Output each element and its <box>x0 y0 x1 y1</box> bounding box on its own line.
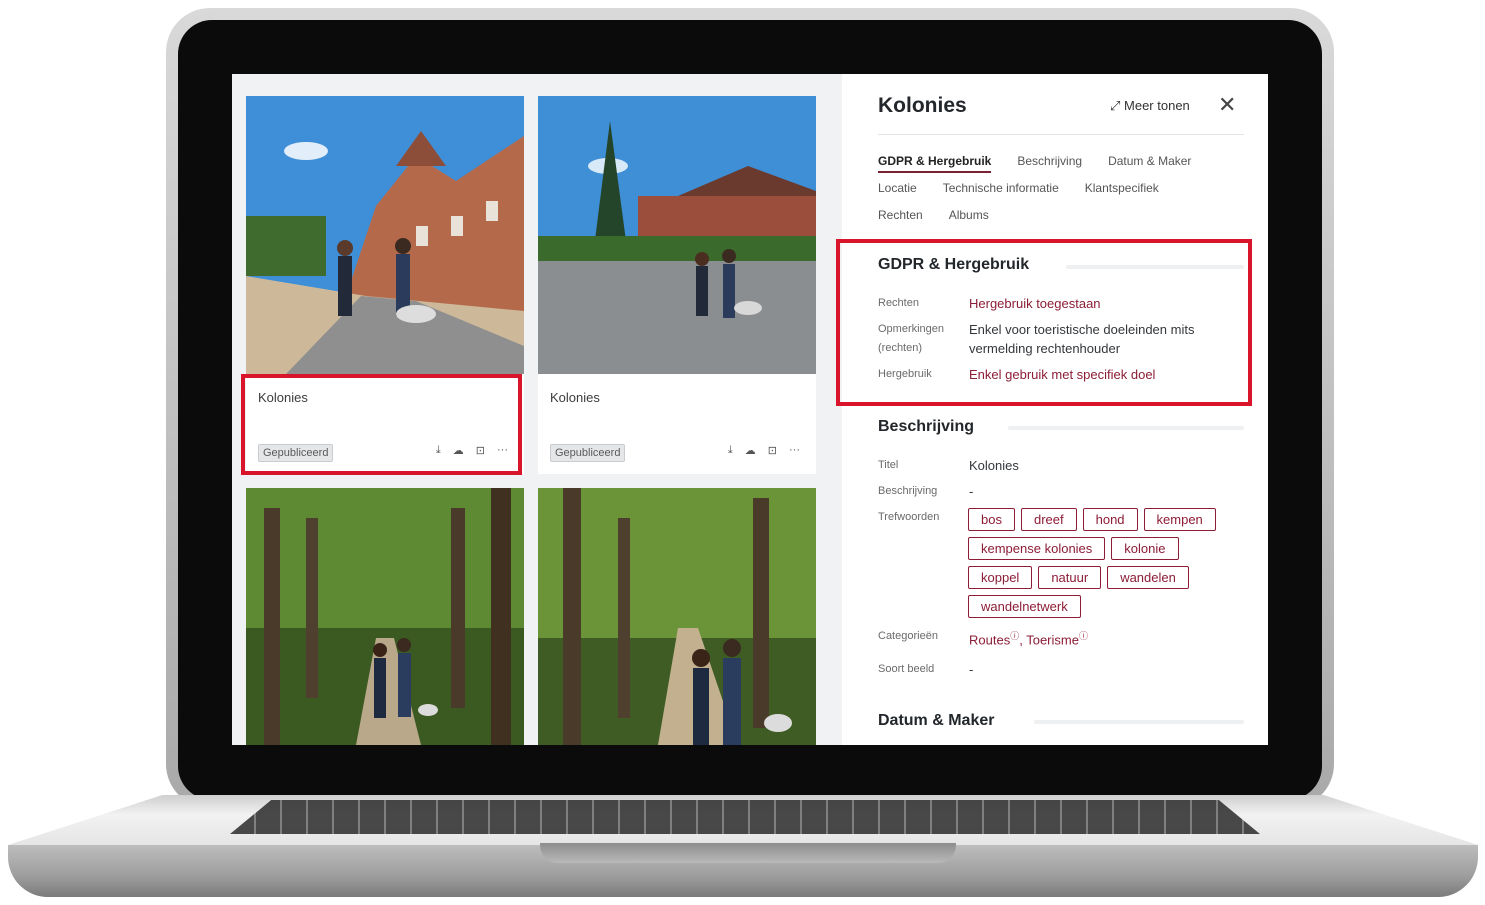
opmerkingen-value-cont: vermelding rechtenhouder <box>969 341 1121 356</box>
datum-maker-heading: Datum & Maker <box>878 712 995 729</box>
tab-gdpr-hergebruik[interactable]: GDPR & Hergebruik <box>878 154 992 173</box>
panel-title: Kolonies <box>878 94 967 117</box>
keyword-tag[interactable]: bos <box>968 508 1015 531</box>
hergebruik-label: Hergebruik <box>878 368 932 380</box>
keyword-tags: bos dreef hond kempen kempense kolonies … <box>968 508 1240 618</box>
card-actions: ⤓ ☁ ⊡ ··· <box>728 444 800 457</box>
category-link[interactable]: Routes <box>969 632 1010 647</box>
asset-card[interactable]: Kolonies Gepubliceerd ⤓ ☁ ⊡ ··· <box>246 96 524 474</box>
status-badge: Gepubliceerd <box>258 444 334 462</box>
keyword-tag[interactable]: natuur <box>1038 566 1102 589</box>
section-rule <box>1034 720 1244 724</box>
tab-locatie[interactable]: Locatie <box>878 181 917 208</box>
card-title: Kolonies <box>258 390 308 405</box>
tab-beschrijving[interactable]: Beschrijving <box>1017 154 1082 181</box>
status-badge: Gepubliceerd <box>550 444 626 462</box>
more-icon[interactable]: ··· <box>497 444 508 457</box>
cloud-icon[interactable]: ☁ <box>453 444 464 457</box>
beschrijving-label: Beschrijving <box>878 485 938 497</box>
asset-photo-square[interactable] <box>538 96 816 374</box>
info-icon[interactable]: ⓘ <box>1079 631 1088 641</box>
keyword-tag[interactable]: koppel <box>968 566 1033 589</box>
info-icon[interactable]: ⓘ <box>1010 631 1019 641</box>
tab-klantspecifiek[interactable]: Klantspecifiek <box>1085 181 1159 208</box>
download-icon[interactable]: ⤓ <box>436 444 441 457</box>
section-rule <box>1066 265 1244 269</box>
rechten-value: Hergebruik toegestaan <box>969 296 1101 311</box>
trefwoorden-label: Trefwoorden <box>878 511 940 523</box>
asset-photo-building[interactable] <box>246 96 524 374</box>
tab-technische-informatie[interactable]: Technische informatie <box>943 181 1059 208</box>
more-icon[interactable]: ··· <box>789 444 800 457</box>
keyword-tag[interactable]: kolonie <box>1111 537 1179 560</box>
keyword-tag[interactable]: kempen <box>1143 508 1216 531</box>
preview-icon[interactable]: ⊡ <box>476 444 485 457</box>
divider <box>878 134 1244 135</box>
close-icon[interactable]: ✕ <box>1218 92 1236 118</box>
opmerkingen-value: Enkel voor toeristische doeleinden mits <box>969 322 1195 337</box>
tab-datum-maker[interactable]: Datum & Maker <box>1108 154 1191 181</box>
preview-icon[interactable]: ⊡ <box>768 444 777 457</box>
gdpr-heading: GDPR & Hergebruik <box>878 256 1030 273</box>
meer-tonen-button[interactable]: ⤢ Meer tonen <box>1110 98 1190 114</box>
download-icon[interactable]: ⤓ <box>728 444 733 457</box>
app-screen: Kolonies Gepubliceerd ⤓ ☁ ⊡ ··· Kolonies… <box>232 74 1268 745</box>
meer-tonen-label: Meer tonen <box>1124 98 1190 113</box>
detail-panel: Kolonies ⤢ Meer tonen ✕ GDPR & Hergebrui… <box>836 74 1268 745</box>
keyword-tag[interactable]: kempense kolonies <box>968 537 1106 560</box>
soort-beeld-label: Soort beeld <box>878 663 935 675</box>
keyword-tag[interactable]: dreef <box>1020 508 1077 531</box>
asset-card[interactable] <box>246 488 524 745</box>
card-title: Kolonies <box>550 390 600 405</box>
titel-label: Titel <box>878 459 899 471</box>
opmerkingen-label-sub: (rechten) <box>878 342 923 354</box>
hergebruik-value: Enkel gebruik met specifiek doel <box>969 367 1156 382</box>
section-rule <box>1008 426 1244 430</box>
rechten-label: Rechten <box>878 297 919 309</box>
cloud-icon[interactable]: ☁ <box>745 444 756 457</box>
card-actions: ⤓ ☁ ⊡ ··· <box>436 444 508 457</box>
category-link[interactable]: Toerisme <box>1026 632 1079 647</box>
tab-rechten[interactable]: Rechten <box>878 208 923 235</box>
expand-icon: ⤢ <box>1110 98 1125 113</box>
asset-photo-forest-closeup[interactable] <box>538 488 816 745</box>
section-tabs: GDPR & Hergebruik Beschrijving Datum & M… <box>878 154 1248 235</box>
laptop-keyboard <box>230 800 1260 834</box>
asset-photo-forest[interactable] <box>246 488 524 745</box>
categorieen-label: Categorieën <box>878 630 938 642</box>
titel-value: Kolonies <box>969 458 1019 473</box>
laptop-notch <box>540 843 956 863</box>
beschrijving-heading: Beschrijving <box>878 418 975 435</box>
keyword-tag[interactable]: hond <box>1082 508 1138 531</box>
keyword-tag[interactable]: wandelen <box>1107 566 1189 589</box>
opmerkingen-label: Opmerkingen <box>878 323 945 335</box>
keyword-tag[interactable]: wandelnetwerk <box>968 595 1081 618</box>
categorieen-value: Routesⓘ, Toerismeⓘ <box>969 627 1088 649</box>
asset-card[interactable]: Kolonies Gepubliceerd ⤓ ☁ ⊡ ··· <box>538 96 816 474</box>
asset-card[interactable] <box>538 488 816 745</box>
tab-albums[interactable]: Albums <box>949 208 989 235</box>
beschrijving-value: - <box>969 484 974 499</box>
soort-beeld-value: - <box>969 662 974 677</box>
